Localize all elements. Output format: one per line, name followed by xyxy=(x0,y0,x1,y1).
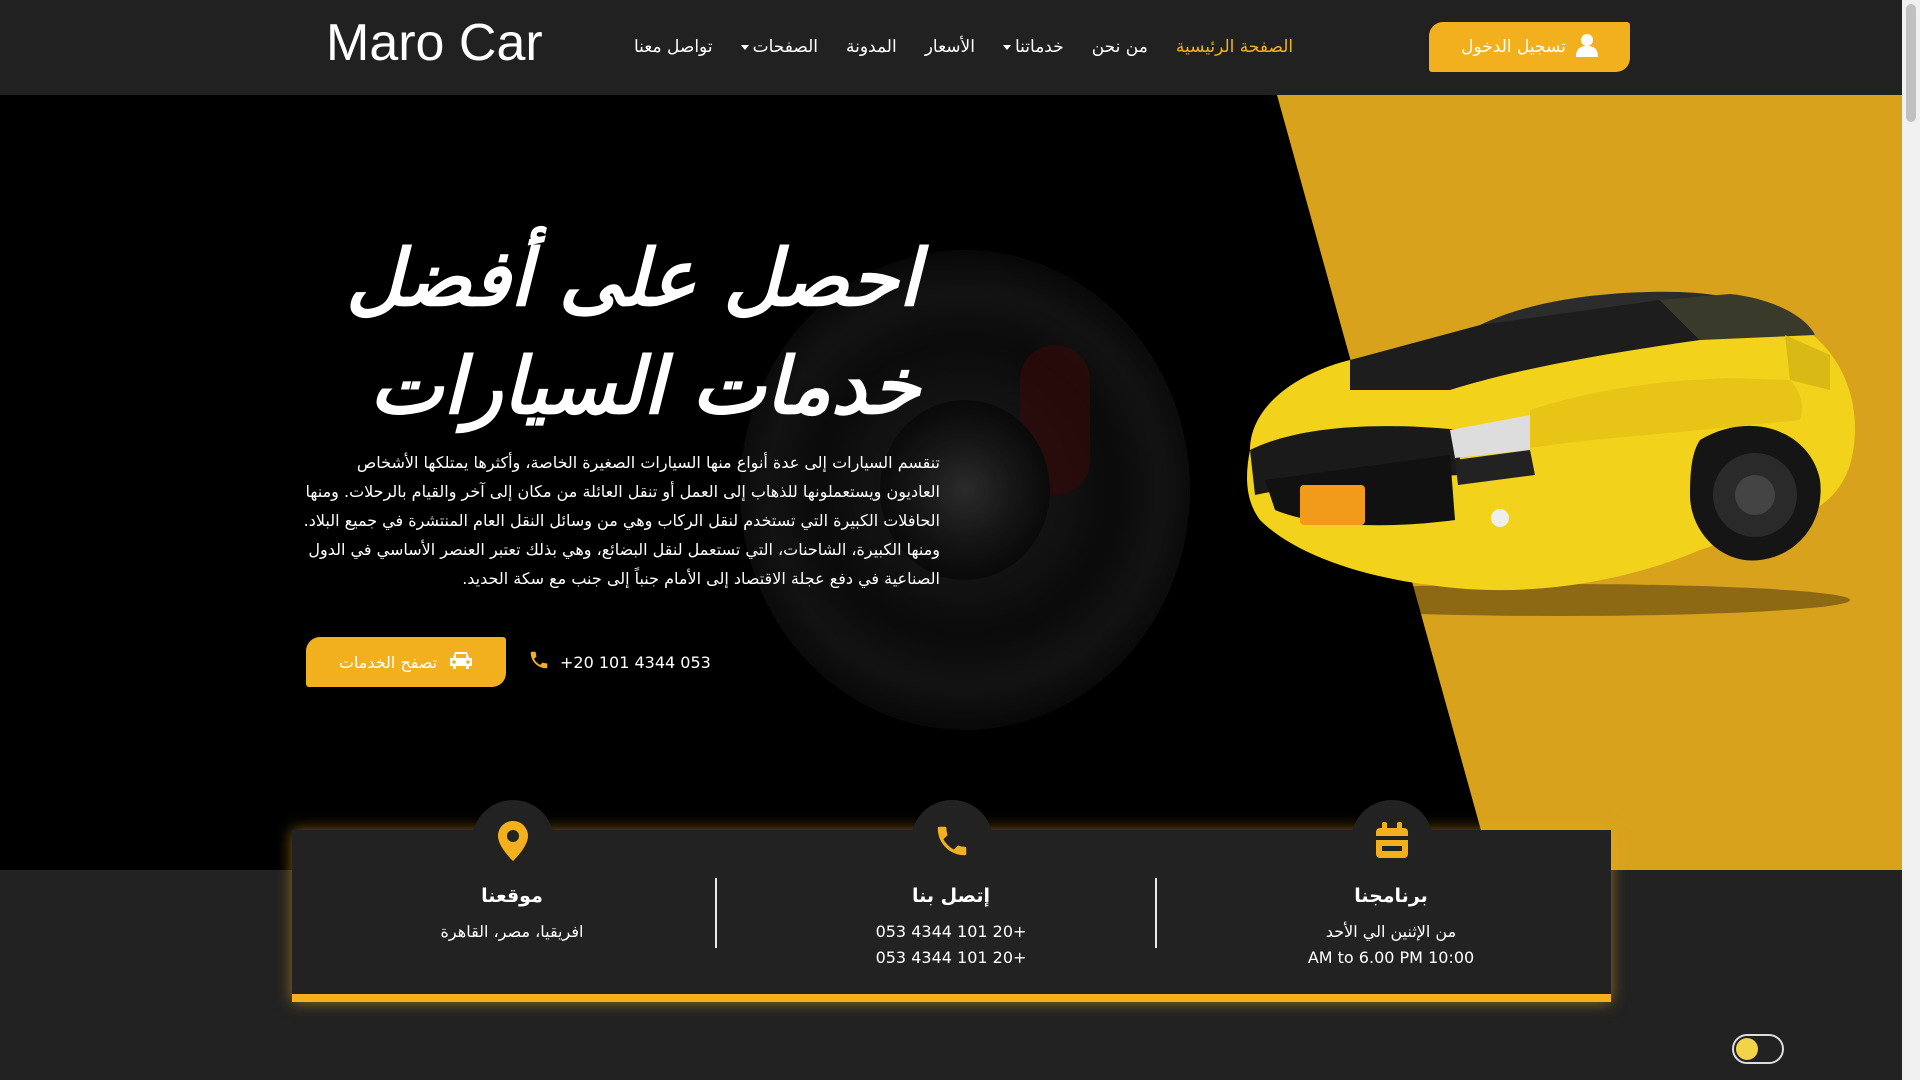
hero-section: احصل على أفضل خدمات السيارات تنقسم السيا… xyxy=(0,95,1902,870)
nav-item-label: الصفحات xyxy=(752,37,818,57)
hero-title: احصل على أفضل خدمات السيارات xyxy=(300,225,920,441)
nav-item-pricing[interactable]: الأسعار xyxy=(911,30,989,64)
phone-icon xyxy=(528,649,550,675)
nav-item-label: تواصل معنا xyxy=(634,37,713,57)
user-icon xyxy=(1575,33,1598,62)
info-line[interactable]: +20 101 4344 053 xyxy=(731,948,1171,967)
calendar-icon xyxy=(1351,800,1433,882)
main-nav: الصفحة الرئيسية من نحن خدماتنا الأسعار ا… xyxy=(620,30,1307,64)
scrollbar[interactable] xyxy=(1902,0,1920,1080)
brand-logo[interactable]: Maro Car xyxy=(326,12,543,74)
theme-toggle[interactable] xyxy=(1732,1034,1784,1064)
info-line: من الإثنين الي الأحد xyxy=(1325,922,1457,941)
nav-item-label: خدماتنا xyxy=(1014,37,1064,57)
hero-description: تنقسم السيارات إلى عدة أنواع منها السيار… xyxy=(303,453,940,588)
info-title: برنامجنا xyxy=(1354,885,1428,907)
hero-phone-number: +20 101 4344 053 xyxy=(560,652,711,672)
info-box: برنامجنا من الإثنين الي الأحد 10:00 AM t… xyxy=(292,800,1611,1002)
nav-item-home[interactable]: الصفحة الرئيسية xyxy=(1162,30,1307,64)
info-title: موقعنا xyxy=(481,885,543,907)
nav-item-label: المدونة xyxy=(845,37,897,57)
login-button[interactable]: تسجيل الدخول xyxy=(1429,22,1630,72)
yellow-car-image xyxy=(1247,291,1855,616)
nav-item-label: الأسعار xyxy=(924,37,975,57)
info-title: إتصل بنا xyxy=(912,885,990,907)
nav-item-services[interactable]: خدماتنا xyxy=(989,30,1078,64)
nav-item-about[interactable]: من نحن xyxy=(1078,30,1162,64)
info-location: موقعنا افريقيا، مصر، القاهرة xyxy=(292,800,732,994)
scrollbar-thumb[interactable] xyxy=(1906,4,1916,122)
browse-services-button[interactable]: تصفح الخدمات xyxy=(306,637,506,687)
hero-phone[interactable]: +20 101 4344 053 xyxy=(528,647,711,677)
nav-item-blog[interactable]: المدونة xyxy=(832,30,911,64)
hero-title-line: خدمات السيارات xyxy=(369,342,920,432)
navbar: Maro Car الصفحة الرئيسية من نحن خدماتنا … xyxy=(0,0,1902,95)
nav-item-label: الصفحة الرئيسية xyxy=(1175,37,1294,57)
login-button-label: تسجيل الدخول xyxy=(1461,37,1566,57)
nav-item-label: من نحن xyxy=(1091,37,1148,57)
info-line: افريقيا، مصر، القاهرة xyxy=(440,922,584,941)
nav-item-pages[interactable]: الصفحات xyxy=(727,30,832,64)
nav-item-contact[interactable]: تواصل معنا xyxy=(620,30,727,64)
info-contact: إتصل بنا +20 101 4344 053 +20 101 4344 0… xyxy=(731,800,1171,994)
info-schedule: برنامجنا من الإثنين الي الأحد 10:00 AM t… xyxy=(1171,800,1611,994)
map-pin-icon xyxy=(472,800,554,882)
browse-services-label: تصفح الخدمات xyxy=(338,652,438,672)
hero-title-line: احصل على أفضل xyxy=(346,234,920,324)
phone-icon xyxy=(911,800,993,882)
sun-icon xyxy=(1736,1038,1758,1060)
chevron-down-icon xyxy=(1002,44,1011,50)
info-line: 10:00 AM to 6.00 PM xyxy=(1307,948,1475,967)
chevron-down-icon xyxy=(740,44,749,50)
car-icon xyxy=(449,650,473,674)
info-line[interactable]: +20 101 4344 053 xyxy=(731,922,1171,941)
